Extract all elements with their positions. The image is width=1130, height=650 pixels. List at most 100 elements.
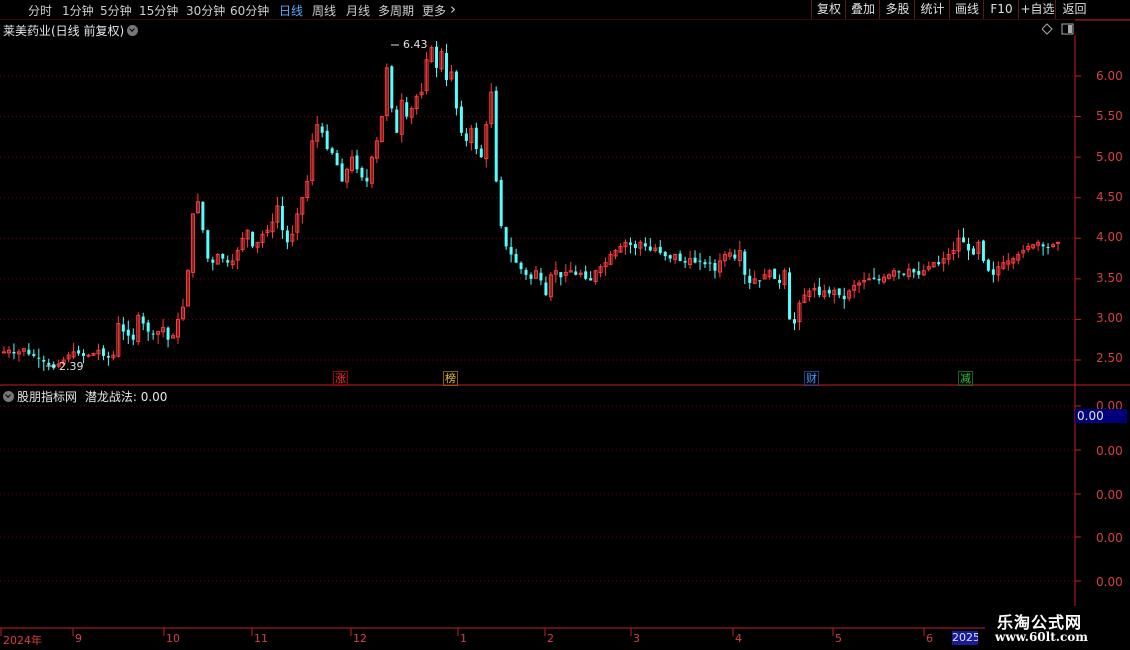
candle-body [384, 67, 389, 117]
candle-body [946, 254, 951, 260]
candle-body [881, 276, 886, 283]
candle-body [991, 269, 995, 275]
candle-body [409, 107, 414, 118]
candle-body [305, 180, 310, 198]
period-tab[interactable]: 更多 [422, 2, 446, 19]
period-tab[interactable]: 5分钟 [100, 2, 132, 19]
candle-body [578, 272, 583, 275]
candle-body [643, 243, 647, 247]
candle-body [340, 163, 344, 182]
candle-body [230, 260, 235, 266]
candle-body [872, 277, 876, 279]
stock-title[interactable]: 莱美药业(日线 前复权) [3, 22, 139, 39]
candle-body [897, 271, 901, 273]
candle-body [131, 334, 135, 340]
candle-body [802, 294, 807, 304]
toolbar-button[interactable]: 返回 [1055, 0, 1093, 19]
time-axis-label: 5 [835, 632, 842, 645]
marker-bang[interactable]: 榜 [443, 371, 458, 386]
candle-body [360, 167, 364, 178]
toolbar-button[interactable]: 统计 [914, 0, 950, 19]
candle-body [1021, 249, 1026, 254]
stock-title-text: 莱美药业(日线 前复权) [3, 24, 125, 38]
candle-body [553, 270, 558, 275]
time-axis-label: 9 [75, 632, 82, 645]
marker-zhang[interactable]: 涨 [333, 371, 348, 386]
toolbar-button[interactable]: 复权 [811, 0, 846, 19]
toolbar-button[interactable]: F10 [983, 0, 1019, 19]
candle-body [708, 262, 712, 264]
candle-body [807, 290, 812, 298]
candle-body [325, 130, 329, 150]
period-tab[interactable]: 15分钟 [139, 2, 178, 19]
candle-body [185, 270, 190, 307]
candle-body [698, 260, 702, 262]
candle-body [82, 353, 86, 356]
candle-body [369, 156, 374, 184]
candle-body [628, 242, 632, 245]
toolbar-button[interactable]: 叠加 [845, 0, 880, 19]
marker-jian[interactable]: 减 [958, 371, 973, 386]
candle-body [151, 333, 155, 335]
period-tab[interactable]: 60分钟 [230, 2, 269, 19]
toolbar-button[interactable]: 画线 [949, 0, 984, 19]
candle-body [713, 262, 717, 271]
candle-body [788, 272, 792, 320]
candle-body [931, 262, 936, 268]
period-tab[interactable]: 多周期 [378, 2, 414, 19]
candle-body [335, 152, 339, 166]
period-tab[interactable]: 1分钟 [62, 2, 94, 19]
candle-body [668, 255, 672, 259]
candle-body [146, 322, 150, 332]
candle-body [618, 245, 623, 253]
time-axis-label: 3 [633, 632, 640, 645]
diamond-icon[interactable] [1042, 23, 1053, 35]
candle-body [598, 266, 603, 274]
candle-body [981, 240, 985, 262]
toolbar-button[interactable]: +自选 [1018, 0, 1056, 19]
time-axis-label: 2 [547, 632, 554, 645]
candle-body [121, 324, 125, 332]
period-tab[interactable]: 日线 [279, 2, 303, 19]
chevron-right-icon[interactable]: › [450, 0, 456, 18]
candle-body [976, 241, 981, 254]
candle-body [315, 124, 320, 142]
candle-body [956, 237, 961, 252]
candle-body [21, 348, 26, 352]
candle-body [479, 148, 483, 158]
time-axis-label: 11 [254, 632, 268, 645]
candle-body [1006, 260, 1011, 265]
chevron-down-icon[interactable] [3, 391, 14, 402]
candle-body [414, 95, 419, 109]
candle-body [251, 231, 255, 247]
marker-cai[interactable]: 财 [804, 371, 819, 386]
indicator-title[interactable]: 股朋指标网 潜龙战法: 0.00 [3, 388, 167, 405]
candle-body [91, 353, 96, 356]
candle-body [221, 254, 225, 259]
candle-body [245, 229, 250, 240]
candle-body [161, 327, 166, 333]
toolbar-button[interactable]: 多股 [879, 0, 915, 19]
price-axis-label: 2.50 [1096, 351, 1123, 365]
candle-body [499, 179, 503, 227]
candle-body [300, 197, 305, 215]
period-tab[interactable]: 分时 [28, 2, 52, 19]
candle-body [116, 322, 121, 357]
period-tab[interactable]: 周线 [312, 2, 336, 19]
price-axis-label: 5.00 [1096, 150, 1123, 164]
header-icons [1042, 23, 1074, 35]
candle-body [240, 237, 245, 251]
chevron-down-icon[interactable] [127, 25, 139, 36]
candle-body [295, 213, 300, 233]
candle-body [280, 205, 284, 231]
candle-body [66, 354, 71, 360]
candle-body [265, 229, 270, 234]
candle-body [1001, 262, 1006, 269]
candle-body [489, 91, 494, 125]
period-tab[interactable]: 30分钟 [186, 2, 225, 19]
candle-body [727, 252, 732, 257]
candle-body [449, 71, 454, 80]
period-tab[interactable]: 月线 [346, 2, 370, 19]
candle-body [171, 335, 176, 339]
candle-body [912, 269, 916, 273]
